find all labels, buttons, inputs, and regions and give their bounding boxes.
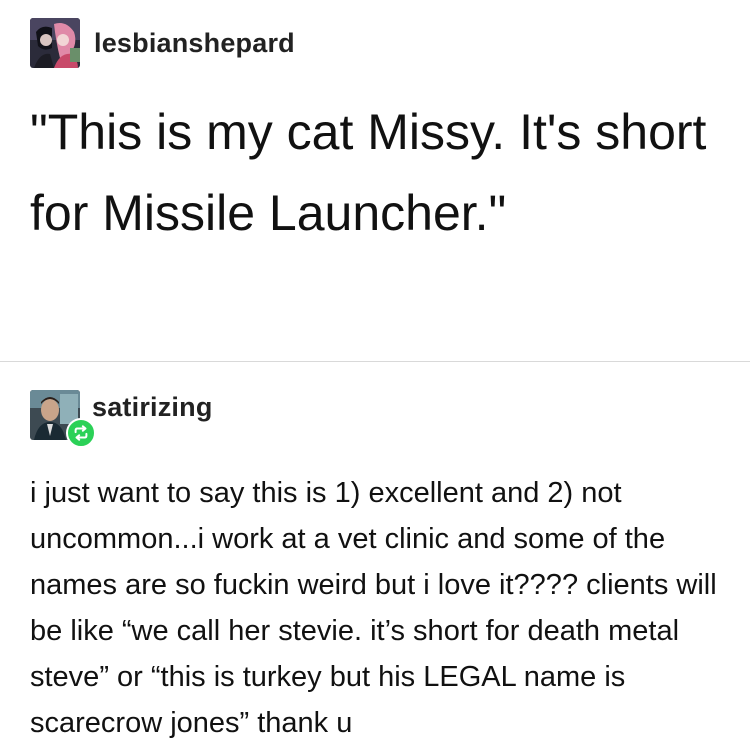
username[interactable]: lesbianshepard [94,28,295,59]
username[interactable]: satirizing [92,392,213,423]
divider [0,361,750,362]
reblog-header: satirizing [30,390,213,448]
post-quote: "This is my cat Missy. It's short for Mi… [30,104,707,241]
reblog-badge [66,418,96,448]
user-avatar-icon [30,18,80,68]
avatar[interactable] [30,390,96,448]
reblog-icon [74,425,88,441]
post-header: lesbianshepard [30,18,295,68]
reblog-comment: i just want to say this is 1) excellent … [30,477,717,739]
avatar[interactable] [30,18,80,68]
